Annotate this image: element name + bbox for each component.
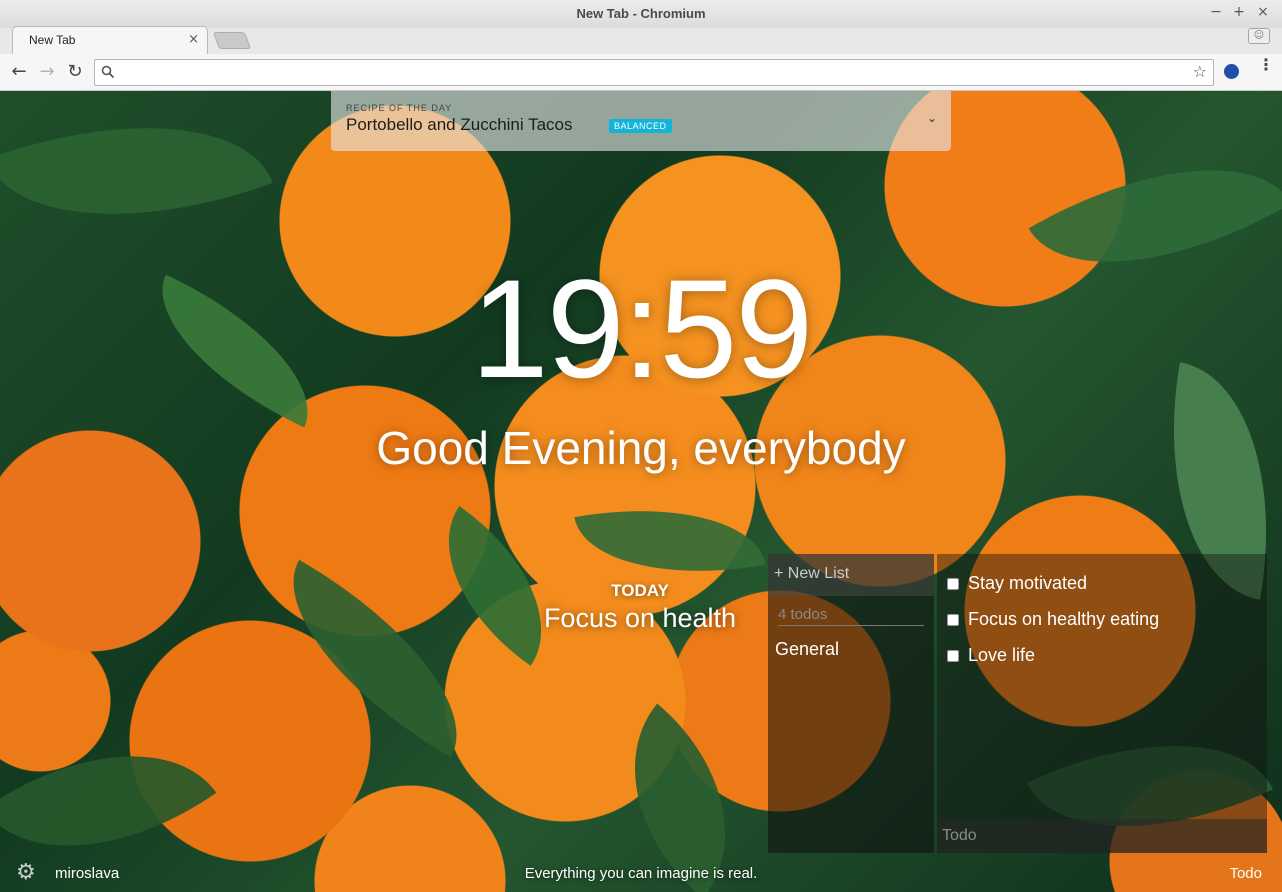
back-button[interactable]: ← bbox=[8, 61, 30, 83]
bookmark-star-icon[interactable]: ☆ bbox=[1193, 62, 1207, 81]
bottom-bar: ⚙ miroslava Everything you can imagine i… bbox=[0, 854, 1282, 892]
minimize-button[interactable]: − bbox=[1207, 4, 1225, 20]
todo-item-text: Stay motivated bbox=[968, 573, 1088, 593]
focus-label: TODAY bbox=[611, 581, 669, 600]
momentum-new-tab-page: RECIPE OF THE DAY Portobello and Zucchin… bbox=[0, 91, 1282, 892]
todo-toggle-link[interactable]: Todo bbox=[1229, 865, 1262, 882]
recipe-kicker: RECIPE OF THE DAY bbox=[346, 103, 453, 113]
todo-count: 4 todos bbox=[778, 606, 924, 626]
recipe-title[interactable]: Portobello and Zucchini Tacos bbox=[346, 115, 573, 135]
todo-items-panel: Stay motivated Focus on healthy eating L… bbox=[937, 554, 1267, 853]
quote: Everything you can imagine is real. bbox=[524, 865, 758, 882]
address-input[interactable] bbox=[121, 63, 1181, 82]
clock: 19:59 bbox=[470, 250, 813, 407]
new-list-button[interactable]: + New List bbox=[768, 554, 934, 596]
browser-toolbar: ← → ↻ ☆ ⋮ bbox=[0, 54, 1282, 91]
new-todo-input[interactable] bbox=[937, 819, 1267, 853]
browser-menu-button[interactable]: ⋮ bbox=[1258, 57, 1274, 73]
reload-button[interactable]: ↻ bbox=[64, 61, 86, 83]
greeting: Good Evening, everybody bbox=[376, 422, 906, 474]
tab-close-icon[interactable]: × bbox=[188, 32, 199, 47]
recipe-of-the-day-widget[interactable]: RECIPE OF THE DAY Portobello and Zucchin… bbox=[331, 91, 951, 151]
forward-button[interactable]: → bbox=[36, 61, 58, 83]
maximize-button[interactable]: + bbox=[1230, 4, 1248, 20]
new-tab-button[interactable] bbox=[212, 32, 252, 49]
background-leaf bbox=[574, 485, 766, 597]
profile-icon[interactable]: ☺ bbox=[1248, 28, 1270, 44]
chevron-down-icon[interactable]: ⌄ bbox=[927, 111, 937, 125]
background-leaf bbox=[0, 91, 273, 272]
omnibox[interactable]: ☆ bbox=[94, 59, 1214, 86]
todo-item-text: Focus on healthy eating bbox=[968, 609, 1160, 629]
browser-tab[interactable]: New Tab × bbox=[12, 26, 208, 54]
todo-item-text: Love life bbox=[968, 645, 1036, 665]
todo-list-general[interactable]: General bbox=[775, 639, 839, 660]
extension-icon[interactable] bbox=[1224, 64, 1239, 79]
todo-checkbox[interactable] bbox=[947, 578, 959, 590]
focus-text[interactable]: Focus on health bbox=[500, 603, 780, 634]
window-titlebar: New Tab - Chromium − + × bbox=[0, 0, 1282, 28]
recipe-badge: BALANCED bbox=[609, 119, 672, 133]
window-title: New Tab - Chromium bbox=[576, 6, 706, 21]
close-window-button[interactable]: × bbox=[1254, 4, 1272, 20]
tab-title: New Tab bbox=[29, 33, 76, 47]
search-icon bbox=[101, 65, 115, 79]
todo-checkbox[interactable] bbox=[947, 614, 959, 626]
todo-checkbox[interactable] bbox=[947, 650, 959, 662]
todo-lists-panel: + New List 4 todos General bbox=[768, 554, 934, 853]
